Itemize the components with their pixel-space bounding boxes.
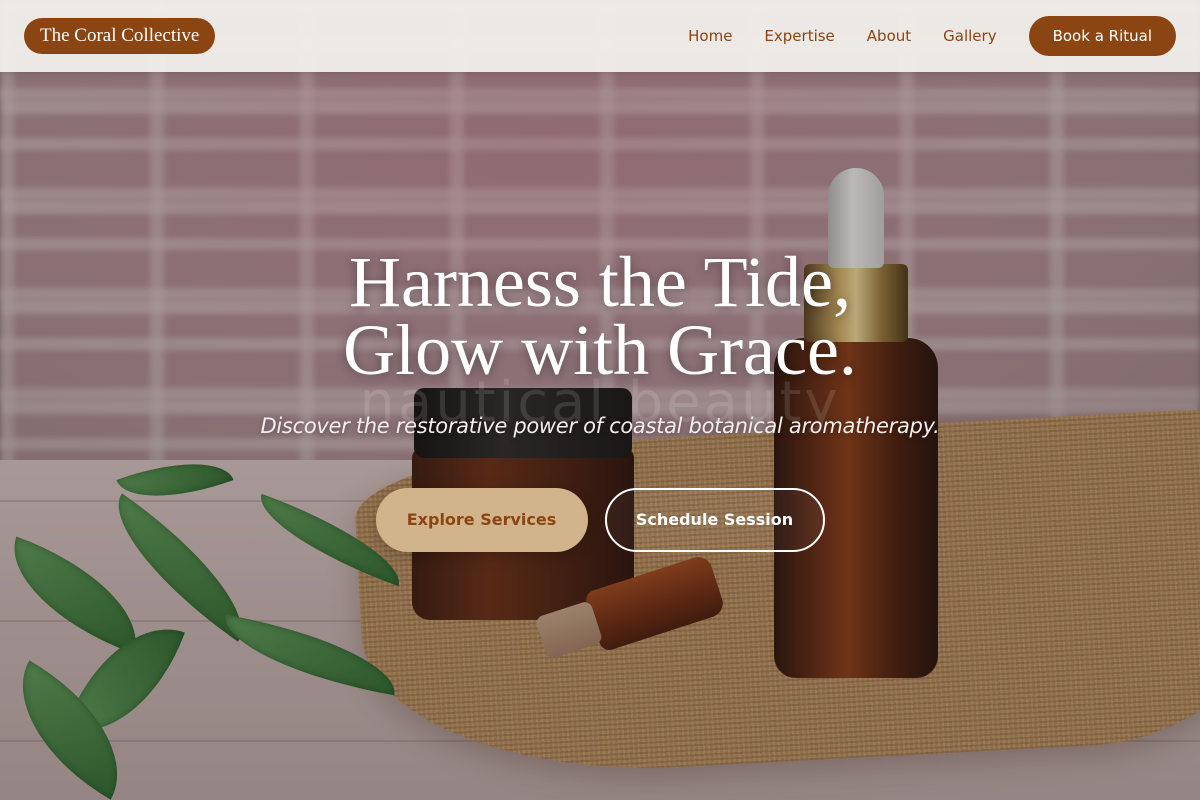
nav-link-home[interactable]: Home bbox=[688, 27, 732, 45]
headline-line-1: Harness the Tide, bbox=[349, 242, 851, 322]
hero-cta-row: Explore Services Schedule Session bbox=[0, 488, 1200, 552]
headline-line-2: Glow with Grace. bbox=[343, 310, 857, 390]
hero-content: Harness the Tide, Glow with Grace. Disco… bbox=[0, 242, 1200, 438]
book-ritual-button[interactable]: Book a Ritual bbox=[1028, 16, 1176, 56]
hero-subtitle: Discover the restorative power of coasta… bbox=[260, 414, 940, 438]
explore-services-button[interactable]: Explore Services bbox=[375, 488, 588, 552]
site-logo[interactable]: The Coral Collective bbox=[24, 18, 216, 54]
hero-headline: Harness the Tide, Glow with Grace. bbox=[0, 242, 1200, 390]
nav-link-expertise[interactable]: Expertise bbox=[764, 27, 834, 45]
nav-link-about[interactable]: About bbox=[867, 27, 911, 45]
nav-link-gallery[interactable]: Gallery bbox=[943, 27, 996, 45]
site-header: The Coral Collective Home Expertise Abou… bbox=[0, 0, 1200, 72]
schedule-session-button[interactable]: Schedule Session bbox=[604, 488, 825, 552]
main-nav: Home Expertise About Gallery Book a Ritu… bbox=[688, 16, 1176, 56]
